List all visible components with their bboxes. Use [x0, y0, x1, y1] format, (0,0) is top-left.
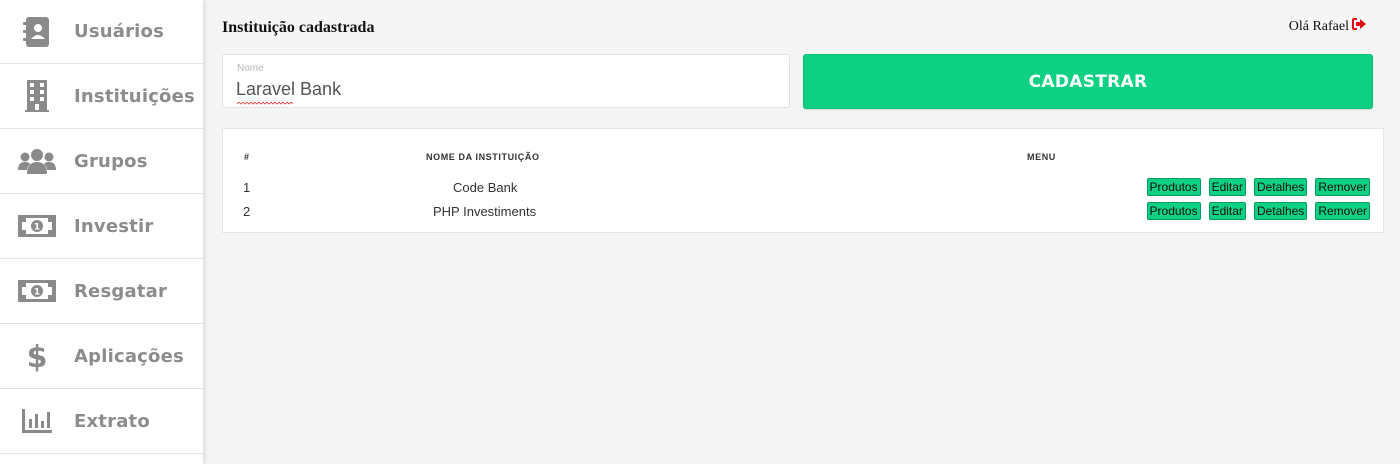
- produtos-button[interactable]: Produtos: [1146, 202, 1201, 220]
- detalhes-button[interactable]: Detalhes: [1253, 202, 1308, 220]
- column-header-id: #: [244, 152, 250, 162]
- bar-chart-icon: [0, 405, 74, 437]
- sidebar-item-usuarios[interactable]: Usuários: [0, 0, 203, 64]
- detalhes-button[interactable]: Detalhes: [1253, 178, 1308, 196]
- svg-text:1: 1: [34, 223, 40, 233]
- sidebar-item-label: Grupos: [74, 150, 148, 172]
- sidebar-item-grupos[interactable]: Grupos: [0, 129, 203, 194]
- name-input[interactable]: [236, 77, 776, 101]
- sidebar-item-label: Usuários: [74, 21, 165, 42]
- institutions-table: # NOME DA INSTITUIÇÃO MENU 1 Code Bank P…: [222, 128, 1384, 233]
- user-greeting[interactable]: Olá Rafael: [1289, 18, 1366, 35]
- produtos-button[interactable]: Produtos: [1146, 178, 1201, 196]
- spellcheck-underline: [237, 102, 293, 105]
- name-field-label: Nome: [237, 63, 264, 74]
- table-row: 2 PHP Investiments Produtos Editar Detal…: [223, 202, 1383, 224]
- editar-button[interactable]: Editar: [1208, 178, 1246, 196]
- row-actions: Produtos Editar Detalhes Remover: [1146, 178, 1370, 196]
- column-header-name: NOME DA INSTITUIÇÃO: [426, 152, 540, 162]
- sidebar-item-aplicacoes[interactable]: $ Aplicações: [0, 324, 203, 389]
- sidebar-item-investir[interactable]: 1 Investir: [0, 194, 203, 259]
- sidebar-item-label: Instituições: [74, 85, 195, 107]
- row-id: 1: [243, 180, 251, 195]
- address-book-icon: [0, 16, 74, 48]
- money-bill-icon: 1: [0, 275, 74, 307]
- sign-out-icon[interactable]: [1352, 18, 1366, 35]
- row-actions: Produtos Editar Detalhes Remover: [1146, 202, 1370, 220]
- table-row: 1 Code Bank Produtos Editar Detalhes Rem…: [223, 178, 1383, 200]
- row-name: PHP Investiments: [433, 204, 537, 219]
- page-title: Instituição cadastrada: [222, 19, 375, 36]
- sidebar-item-label: Extrato: [74, 410, 150, 432]
- sidebar-item-instituicoes[interactable]: Instituições: [0, 64, 203, 129]
- dollar-icon: $: [0, 340, 74, 372]
- row-id: 2: [243, 204, 251, 219]
- svg-text:1: 1: [34, 288, 40, 298]
- building-icon: [0, 80, 74, 112]
- sidebar-item-resgatar[interactable]: 1 Resgatar: [0, 259, 203, 324]
- greeting-text: Olá Rafael: [1288, 18, 1349, 34]
- sidebar-item-extrato[interactable]: Extrato: [0, 389, 203, 454]
- money-bill-icon: 1: [0, 210, 74, 242]
- row-name: Code Bank: [453, 180, 518, 195]
- remover-button[interactable]: Remover: [1315, 178, 1370, 196]
- remover-button[interactable]: Remover: [1315, 202, 1370, 220]
- column-header-menu: MENU: [1027, 152, 1056, 162]
- sidebar-item-label: Resgatar: [74, 280, 168, 302]
- sidebar-item-label: Investir: [74, 215, 154, 237]
- svg-text:$: $: [27, 340, 47, 372]
- sidebar-item-label: Aplicações: [74, 345, 184, 367]
- sidebar: Usuários Instituições Grupos 1 Investir …: [0, 0, 203, 464]
- users-icon: [0, 145, 74, 177]
- editar-button[interactable]: Editar: [1208, 202, 1246, 220]
- cadastrar-button[interactable]: CADASTRAR: [803, 54, 1373, 109]
- name-field[interactable]: Nome: [222, 54, 790, 108]
